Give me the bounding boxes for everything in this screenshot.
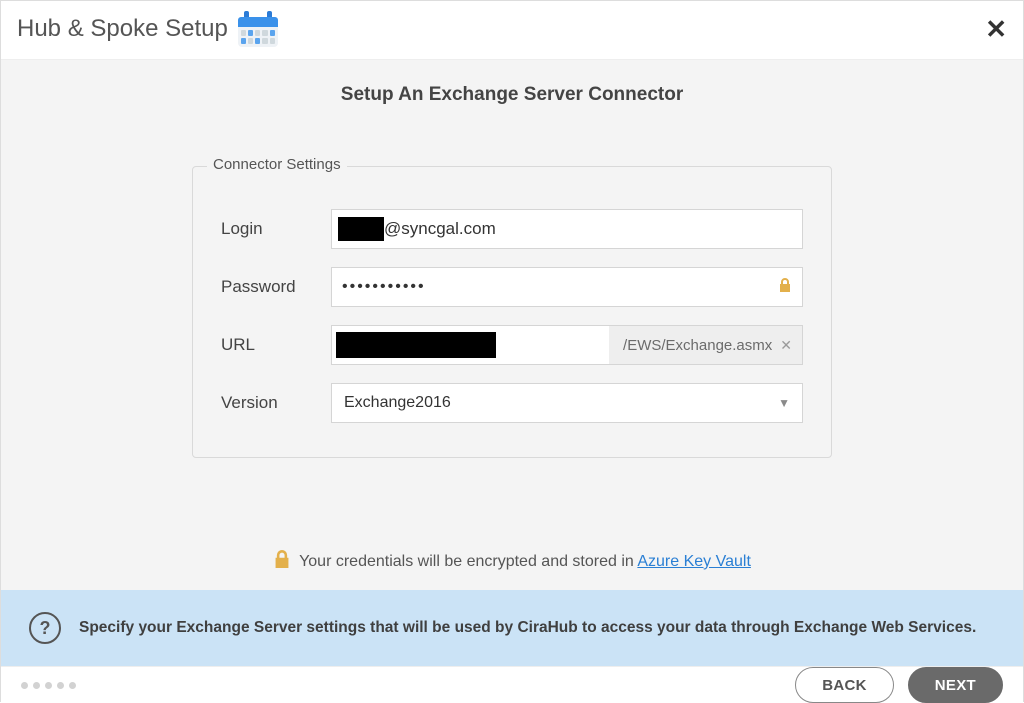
url-row: URL /EWS/Exchange.asmx ✕ (221, 325, 803, 365)
step-indicator (21, 682, 76, 689)
next-button[interactable]: NEXT (908, 667, 1003, 703)
setup-modal: Hub & Spoke Setup ✕ Setup An Exchange Se… (0, 0, 1024, 702)
step-dot (45, 682, 52, 689)
login-label: Login (221, 219, 331, 239)
login-input[interactable]: @syncgal.com (331, 209, 803, 249)
page-title: Setup An Exchange Server Connector (341, 84, 683, 106)
close-icon[interactable]: ✕ (985, 16, 1007, 42)
url-suffix-chip: /EWS/Exchange.asmx ✕ (609, 326, 802, 364)
fieldset-legend: Connector Settings (207, 156, 347, 173)
password-row: Password ••••••••••• (221, 267, 803, 307)
clear-url-icon[interactable]: ✕ (780, 337, 792, 354)
login-domain-suffix: @syncgal.com (384, 219, 496, 239)
header-left: Hub & Spoke Setup (17, 11, 278, 47)
login-row: Login @syncgal.com (221, 209, 803, 249)
password-masked: ••••••••••• (342, 278, 426, 296)
content-area: Setup An Exchange Server Connector Conne… (1, 60, 1023, 666)
info-bar: ? Specify your Exchange Server settings … (1, 590, 1023, 666)
azure-key-vault-link[interactable]: Azure Key Vault (637, 553, 751, 570)
step-dot (33, 682, 40, 689)
back-button[interactable]: BACK (795, 667, 894, 703)
step-dot (21, 682, 28, 689)
password-input[interactable]: ••••••••••• (331, 267, 803, 307)
credentials-note-prefix: Your credentials will be encrypted and s… (299, 553, 637, 570)
modal-header: Hub & Spoke Setup ✕ (1, 1, 1023, 60)
url-label: URL (221, 335, 331, 355)
modal-title: Hub & Spoke Setup (17, 15, 228, 43)
version-value: Exchange2016 (344, 394, 451, 412)
url-redacted (336, 332, 496, 358)
credentials-note-text: Your credentials will be encrypted and s… (299, 553, 751, 571)
connector-settings-fieldset: Connector Settings Login @syncgal.com Pa… (192, 166, 832, 458)
chevron-down-icon: ▼ (778, 396, 790, 410)
credentials-note: Your credentials will be encrypted and s… (273, 548, 751, 576)
login-redacted (338, 217, 384, 241)
password-label: Password (221, 277, 331, 297)
footer-buttons: BACK NEXT (795, 667, 1003, 703)
modal-footer: BACK NEXT (1, 666, 1023, 703)
version-row: Version Exchange2016 ▼ (221, 383, 803, 423)
lock-icon (273, 548, 291, 576)
calendar-icon (238, 11, 278, 47)
info-text: Specify your Exchange Server settings th… (79, 619, 976, 637)
help-icon: ? (29, 612, 61, 644)
version-select[interactable]: Exchange2016 ▼ (331, 383, 803, 423)
url-input[interactable]: /EWS/Exchange.asmx ✕ (331, 325, 803, 365)
lock-icon (778, 277, 792, 298)
step-dot (69, 682, 76, 689)
version-label: Version (221, 393, 331, 413)
url-suffix-text: /EWS/Exchange.asmx (623, 337, 772, 354)
step-dot (57, 682, 64, 689)
